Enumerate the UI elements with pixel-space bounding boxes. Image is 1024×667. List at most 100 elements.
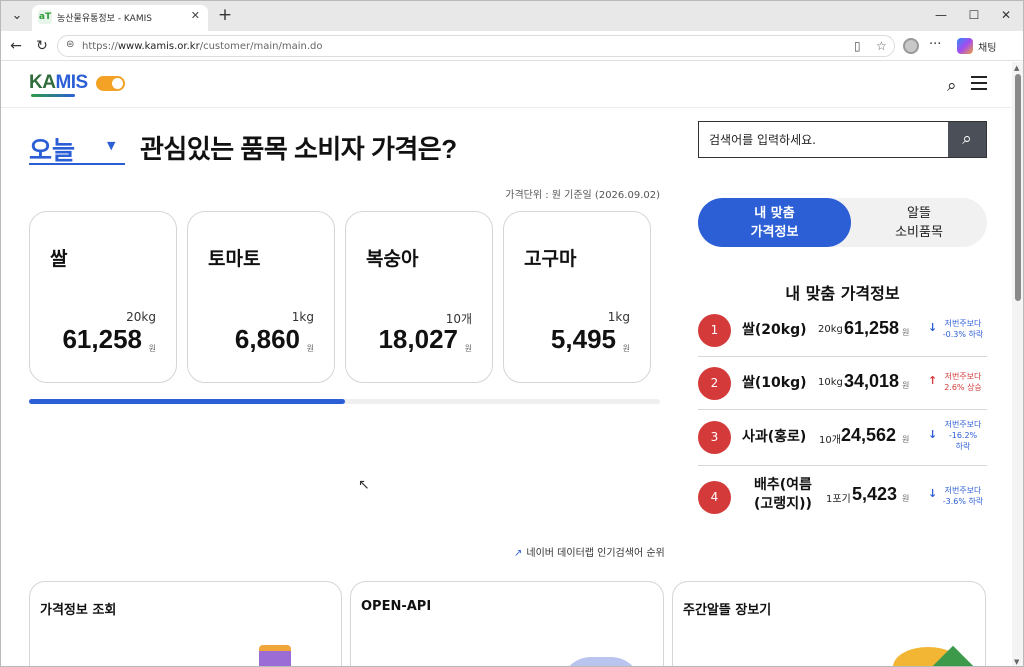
rank-row[interactable]: 4 배추(여름 (고랭지)) 1포기 5,423 원 ↓ 저번주보다 -3.6% 하… [698, 466, 987, 528]
open-api-card[interactable]: OPEN-API [350, 581, 664, 666]
rank-number-badge: 3 [698, 421, 731, 454]
favicon: aT [38, 10, 52, 24]
price-card[interactable]: 고구마 1kg 5,495 원 [503, 211, 651, 383]
tab-title: 농산물유통정보 - KAMIS [57, 14, 152, 24]
card-currency: 원 [464, 344, 472, 353]
up-arrow-icon: ↑ [928, 374, 938, 387]
tab-label-line1: 알뜰 [907, 206, 931, 221]
weekly-shopping-card[interactable]: 주간알뜰 장보기 [672, 581, 986, 666]
carousel-progress-fill [29, 399, 345, 404]
rank-price: 5,423 [852, 484, 898, 504]
card-item-name: 고구마 [524, 248, 577, 270]
rank-item-name: 쌀(20kg) [742, 322, 807, 338]
address-bar: ← ↻ ⊜ https://www.kamis.or.kr/customer/m… [1, 31, 1023, 61]
back-arrow-icon: ← [10, 38, 22, 54]
site-info-icon[interactable]: ⊜ [66, 39, 74, 50]
card-item-name: 복숭아 [366, 248, 419, 270]
window-close-button[interactable]: ✕ [995, 4, 1017, 26]
rank-name-line: 배추(여름 [754, 477, 812, 493]
rank-change: 저번주보다 -3.6% 하락 [939, 485, 987, 507]
copilot-icon[interactable] [957, 38, 973, 54]
rank-currency: 원 [902, 328, 910, 337]
more-options-icon[interactable]: ··· [929, 37, 941, 52]
reload-icon: ↻ [36, 38, 48, 54]
rank-currency: 원 [902, 435, 910, 444]
toggle-knob [112, 78, 123, 89]
clipboard-illustration-icon [259, 645, 291, 666]
card-currency: 원 [622, 344, 630, 353]
scroll-down-icon[interactable]: ▼ [1014, 658, 1019, 666]
logo-text-2: MIS [55, 72, 88, 93]
reader-mode-icon[interactable]: ▯ [854, 39, 861, 53]
back-button[interactable]: ← [6, 37, 26, 55]
change-line: -16.2% [948, 431, 978, 440]
close-icon[interactable]: ✕ [191, 9, 200, 22]
card-price: 5,495 [550, 324, 616, 354]
tab-label-line2: 소비품목 [895, 225, 943, 240]
mode-toggle[interactable] [96, 76, 125, 91]
tab-my-price-info[interactable]: 내 맞춤 가격정보 [698, 198, 851, 247]
card-currency: 원 [148, 344, 156, 353]
new-tab-button[interactable]: + [215, 5, 235, 25]
logo-swoosh [31, 94, 75, 97]
site-header: KAMIS ⌕ [1, 62, 1012, 108]
card-item-name: 토마토 [208, 248, 261, 270]
rank-item-name: 사과(홍로) [742, 429, 807, 445]
card-item-name: 쌀 [50, 248, 68, 270]
card-unit: 20kg [126, 310, 156, 324]
segment-control: 내 맞춤 가격정보 알뜰소비품목 [698, 198, 987, 247]
tab-list-dropdown[interactable]: ⌄ [7, 6, 27, 26]
favorite-star-icon[interactable]: ☆ [876, 39, 887, 53]
bottom-card-title: 가격정보 조회 [40, 603, 117, 618]
naver-datalab-link[interactable]: ↗ 네이버 데이터랩 인기검색어 순위 [514, 544, 665, 559]
search-input[interactable] [709, 131, 939, 149]
cloud-illustration-icon [561, 657, 641, 666]
card-currency: 원 [306, 344, 314, 353]
scroll-up-icon[interactable]: ▲ [1014, 64, 1019, 72]
card-price: 6,860 [234, 324, 300, 354]
search-icon[interactable]: ⌕ [947, 76, 957, 96]
rank-item-name: 쌀(10kg) [742, 375, 807, 391]
rank-unit: 20kg [818, 324, 843, 335]
rank-price: 24,562 [841, 425, 897, 445]
price-card[interactable]: 토마토 1kg 6,860 원 [187, 211, 335, 383]
rank-row[interactable]: 3 사과(홍로) 10개 24,562 원 ↓ 저번주보다 -16.2% 하락 [698, 410, 987, 466]
price-card[interactable]: 복숭아 10개 18,027 원 [345, 211, 493, 383]
rank-price: 61,258 [844, 318, 900, 338]
page-scrollbar[interactable]: ▲ ▼ [1012, 62, 1023, 666]
down-arrow-icon: ↓ [928, 321, 938, 334]
scrollbar-thumb[interactable] [1015, 74, 1021, 301]
rank-unit: 1포기 [826, 494, 851, 505]
page-headline: 관심있는 품목 소비자 가격은? [140, 134, 457, 164]
trend-up-icon: ↗ [514, 548, 523, 559]
down-arrow-icon: ↓ [928, 428, 938, 441]
card-unit: 1kg [291, 310, 314, 324]
tab-thrifty-items[interactable]: 알뜰소비품목 [851, 198, 987, 247]
card-price: 61,258 [62, 324, 142, 354]
tab-label-line2: 가격정보 [750, 225, 799, 240]
price-lookup-card[interactable]: 가격정보 조회 [29, 581, 342, 666]
hamburger-icon[interactable] [971, 76, 987, 90]
rank-section-title: 내 맞춤 가격정보 [785, 284, 900, 303]
profile-avatar[interactable] [903, 38, 919, 54]
price-unit-info: 가격단위 : 원 기준일 (2026.09.02) [505, 190, 660, 201]
carousel-progress[interactable] [29, 399, 660, 404]
rank-number-badge: 1 [698, 314, 731, 347]
browser-tab[interactable]: aT 농산물유통정보 - KAMIS ✕ [32, 5, 208, 31]
rank-change: 저번주보다 2.6% 상승 [939, 371, 987, 393]
url-prefix: https:// [82, 41, 118, 52]
rank-row[interactable]: 1 쌀(20kg) 20kg 61,258 원 ↓ 저번주보다 -0.3% 하락 [698, 303, 987, 357]
minimize-button[interactable]: — [930, 4, 952, 26]
kamis-logo[interactable]: KAMIS [29, 72, 88, 94]
page-content: KAMIS ⌕ 오늘 ▼ 관심있는 품목 소비자 가격은? ⌕ 가격단위 : 원… [1, 62, 1012, 666]
chat-label[interactable]: 채팅 [978, 39, 996, 54]
rank-row[interactable]: 2 쌀(10kg) 10kg 34,018 원 ↑ 저번주보다 2.6% 상승 [698, 357, 987, 410]
url-field[interactable]: ⊜ https://www.kamis.or.kr/customer/main/… [57, 35, 895, 57]
plus-icon: + [217, 5, 233, 25]
change-line: 저번주보다 [944, 319, 982, 328]
reload-button[interactable]: ↻ [32, 37, 52, 55]
search-button[interactable]: ⌕ [948, 122, 986, 157]
price-card[interactable]: 쌀 20kg 61,258 원 [29, 211, 177, 383]
period-select[interactable]: 오늘 ▼ [29, 129, 125, 165]
maximize-button[interactable]: ☐ [963, 4, 985, 26]
